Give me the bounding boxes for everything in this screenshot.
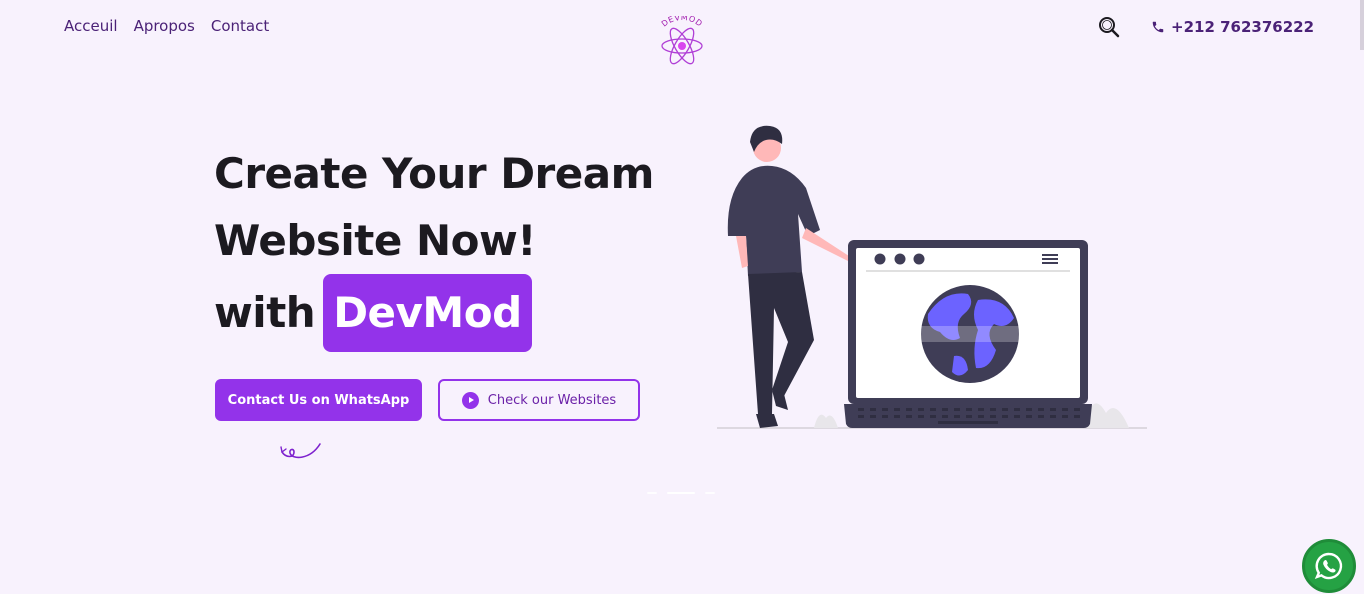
search-icon: [1099, 17, 1120, 38]
contact-whatsapp-button[interactable]: Contact Us on WhatsApp: [215, 379, 422, 421]
svg-text:DEVMOD: DEVMOD: [660, 16, 704, 29]
main-nav: Acceuil Apropos Contact: [64, 17, 269, 35]
check-websites-label: Check our Websites: [487, 392, 617, 408]
logo-text: DEVMOD: [660, 13, 704, 29]
brand-highlight: DevMod: [323, 274, 532, 352]
hero-line-1: Create Your Dream: [214, 149, 654, 198]
hero-title: Create Your Dream Website Now! with DevMo…: [214, 140, 654, 352]
hero-illustration: [717, 125, 1147, 429]
scrollbar[interactable]: [1360, 0, 1364, 50]
logo-atom-icon: DEVMOD: [660, 13, 704, 65]
whatsapp-float-button[interactable]: [1302, 539, 1356, 593]
check-websites-button[interactable]: Check our Websites: [438, 379, 640, 421]
hero-line-3-prefix: with: [214, 288, 316, 337]
squiggle-decoration: [280, 443, 321, 459]
nav-item-contact[interactable]: Contact: [211, 17, 269, 35]
hero-line-2: Website Now!: [214, 216, 536, 265]
phone-icon: [1152, 21, 1164, 33]
logo[interactable]: DEVMOD: [652, 13, 712, 66]
nav-item-acceuil[interactable]: Acceuil: [64, 17, 118, 35]
phone-link[interactable]: +212 762376222: [1151, 18, 1314, 36]
hero-line-3: with DevMod: [214, 274, 654, 352]
phone-number: +212 762376222: [1171, 18, 1315, 36]
nav-item-apropos[interactable]: Apropos: [134, 17, 195, 35]
whatsapp-icon: [1314, 552, 1343, 580]
search-button[interactable]: [1097, 15, 1121, 39]
play-icon: [461, 391, 479, 409]
carousel-indicator[interactable]: [647, 490, 715, 496]
